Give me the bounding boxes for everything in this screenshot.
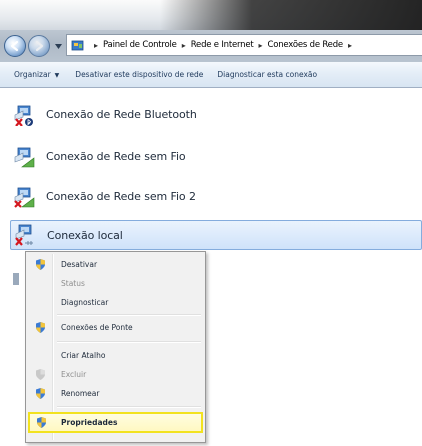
context-menu: Desativar Status Diagnosticar Conexões d…	[25, 251, 206, 443]
shield-icon	[35, 416, 48, 429]
connection-name: Conexão de Rede Bluetooth	[46, 107, 197, 121]
list-item-bluetooth-connection[interactable]: Conexão de Rede Bluetooth	[12, 100, 422, 128]
forward-button[interactable]	[28, 35, 50, 57]
breadcrumb-separator: ▸	[181, 40, 186, 50]
menu-item-label: Conexões de Ponte	[61, 323, 133, 332]
breadcrumb-network-internet[interactable]: Rede e Internet	[191, 40, 254, 50]
chevron-down-icon	[54, 43, 62, 49]
list-item-wireless-connection-2[interactable]: Conexão de Rede sem Fio 2	[12, 182, 422, 210]
menu-item-delete[interactable]: Excluir	[28, 365, 203, 384]
menu-item-bridge-connections[interactable]: Conexões de Ponte	[28, 318, 203, 337]
breadcrumb-control-panel[interactable]: Painel de Controle	[103, 40, 177, 50]
back-arrow-icon	[10, 40, 19, 52]
bluetooth-network-icon	[12, 102, 36, 127]
wireless-network-icon	[12, 144, 36, 168]
address-bar[interactable]: ▸ Painel de Controle ▸ Rede e Internet ▸…	[66, 34, 422, 56]
menu-item-status[interactable]: Status	[28, 274, 203, 293]
menu-item-label: Status	[61, 279, 85, 288]
lan-network-disconnected-icon	[13, 223, 37, 247]
control-panel-icon	[71, 39, 85, 52]
recent-pages-dropdown[interactable]	[54, 42, 62, 50]
diagnose-connection-button[interactable]: Diagnosticar esta conexão	[217, 70, 317, 79]
organize-label: Organizar	[14, 70, 51, 79]
breadcrumb-separator: ▸	[258, 40, 263, 50]
connection-name: Conexão de Rede sem Fio	[46, 149, 186, 163]
chevron-down-icon: ▼	[54, 72, 60, 79]
menu-separator	[57, 314, 201, 316]
list-item-local-connection[interactable]: Conexão local	[10, 220, 422, 250]
menu-item-label: Diagnosticar	[61, 298, 109, 307]
menu-item-rename[interactable]: Renomear	[28, 384, 203, 403]
shield-icon	[34, 258, 47, 271]
disable-device-button[interactable]: Desativar este dispositivo de rede	[75, 70, 203, 79]
shield-icon	[34, 321, 47, 334]
menu-item-diagnose[interactable]: Diagnosticar	[28, 293, 203, 312]
hidden-item-icon-edge	[13, 273, 19, 285]
menu-item-create-shortcut[interactable]: Criar Atalho	[28, 346, 203, 365]
menu-item-label: Renomear	[61, 389, 100, 398]
menu-item-label: Excluir	[61, 370, 87, 379]
breadcrumb-separator: ▸	[94, 40, 99, 50]
forward-arrow-icon	[35, 40, 44, 52]
shield-icon	[34, 368, 47, 381]
menu-separator	[57, 341, 201, 343]
breadcrumb-network-connections[interactable]: Conexões de Rede	[268, 40, 344, 50]
menu-separator	[57, 406, 201, 408]
menu-item-label: Desativar	[61, 260, 98, 269]
window-caption-area	[160, 0, 422, 30]
menu-item-disable[interactable]: Desativar	[28, 255, 203, 274]
breadcrumb-separator: ▸	[347, 40, 352, 50]
menu-item-label: Criar Atalho	[61, 351, 106, 360]
wireless-network-disconnected-icon	[12, 184, 36, 208]
menu-item-properties[interactable]: Propriedades	[28, 412, 203, 433]
shield-icon	[34, 387, 47, 400]
connection-name: Conexão local	[47, 228, 123, 242]
organize-button[interactable]: Organizar ▼	[14, 70, 59, 79]
menu-item-label: Propriedades	[61, 418, 118, 427]
list-item-wireless-connection[interactable]: Conexão de Rede sem Fio	[12, 142, 422, 170]
back-button[interactable]	[4, 35, 26, 57]
connection-name: Conexão de Rede sem Fio 2	[46, 189, 196, 203]
command-bar: Organizar ▼ Desativar este dispositivo de…	[0, 62, 422, 88]
